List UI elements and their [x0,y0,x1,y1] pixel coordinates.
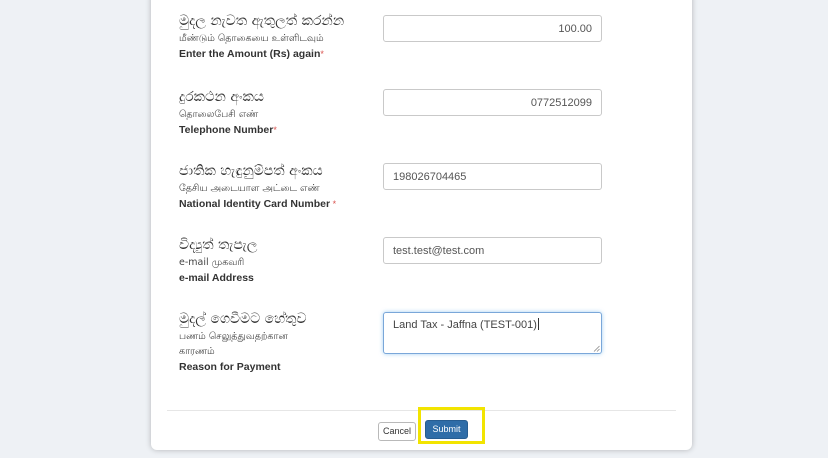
field-label-telephone: දුරකථන අංකය தொலைபேசி எண் Telephone Numbe… [179,88,277,138]
email-input[interactable]: test.test@test.com [383,237,602,264]
label-english: Enter the Amount (Rs) again* [179,48,324,60]
label-sinhala: විද්‍යුත් තැපැල [179,237,258,253]
label-sinhala: ජාතික හැඳුනුම්පත් අංකය [179,163,323,179]
label-english: e-mail Address [179,272,254,284]
label-sinhala: මුදල නැවත ඇතුලත් කරන්න [179,13,345,29]
field-label-nic: ජාතික හැඳුනුම්පත් අංකය தேசிய அடையாள அட்ட… [179,162,336,212]
label-tamil-line1: பணம் செலுத்துவதற்கான [179,331,288,342]
label-sinhala: මුදල් ගෙවීමට හේතුව [179,311,307,327]
reason-text: Land Tax - Jaffna (TEST-001) [393,319,537,331]
submit-button[interactable]: Submit [425,420,468,439]
label-tamil-line2: காரணம் [179,346,215,357]
label-english: Reason for Payment [179,361,281,373]
required-marker: * [320,49,324,59]
required-marker: * [330,199,337,209]
label-tamil: e-mail முகவரி [179,257,245,268]
resize-handle-icon[interactable] [593,345,600,352]
payment-form-card: මුදල නැවත ඇතුලත් කරන්න மீண்டும் தொகையை உ… [151,0,692,450]
field-label-reason: මුදල් ගෙවීමට හේතුව பணம் செலுத்துவதற்கான … [179,310,307,375]
reason-textarea[interactable]: Land Tax - Jaffna (TEST-001) [383,312,602,354]
field-label-amount-again: මුදල නැවත ඇතුලත් කරන්න மீண்டும் தொகையை உ… [179,12,344,62]
required-marker: * [273,125,277,135]
cancel-button[interactable]: Cancel [378,422,416,441]
telephone-input[interactable]: 0772512099 [383,89,602,116]
label-english: National Identity Card Number * [179,198,337,210]
label-tamil: தொலைபேசி எண் [179,109,259,120]
field-label-email: විද්‍යුත් තැපැල e-mail முகவரி e-mail Add… [179,236,257,286]
label-english: Telephone Number* [179,124,277,136]
nic-input[interactable]: 198026704465 [383,163,602,190]
amount-again-input[interactable]: 100.00 [383,15,602,42]
text-caret [537,318,539,330]
label-tamil: மீண்டும் தொகையை உள்ளிடவும் [179,33,324,44]
label-sinhala: දුරකථන අංකය [179,89,264,105]
label-tamil: தேசிய அடையாள அட்டை எண் [179,183,320,194]
